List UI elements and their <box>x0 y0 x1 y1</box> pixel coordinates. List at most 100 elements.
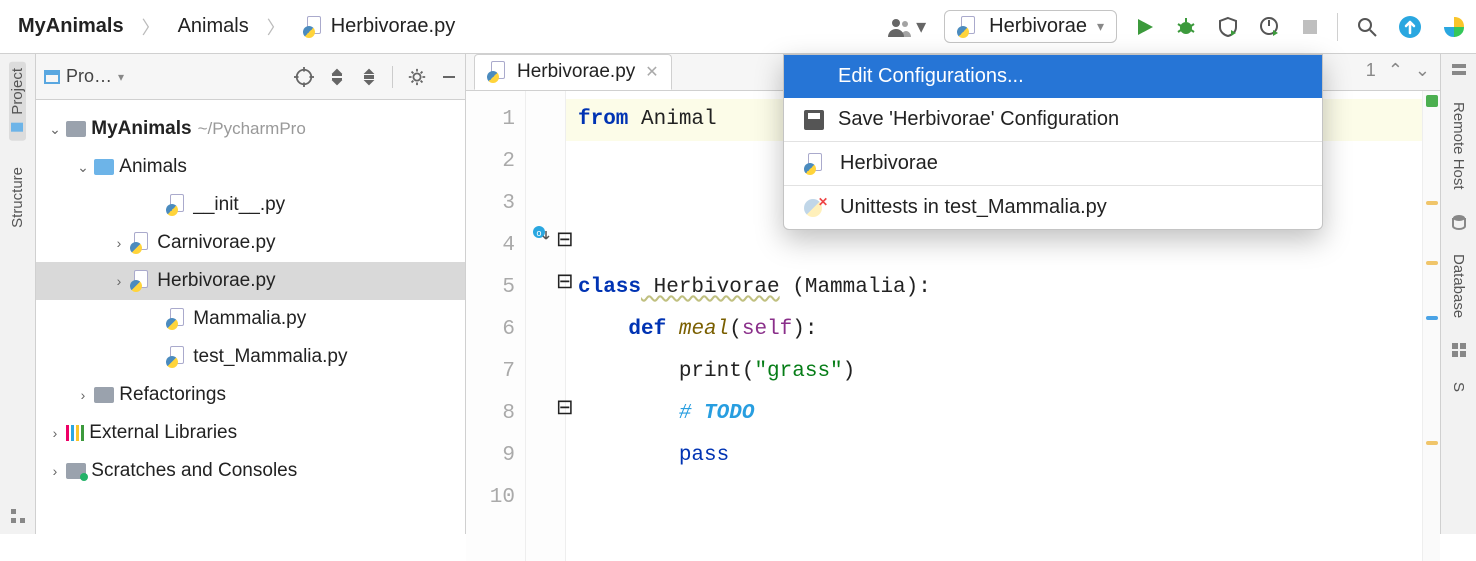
gear-icon[interactable] <box>407 67 427 87</box>
warning-marker[interactable] <box>1426 441 1438 445</box>
debug-icon[interactable] <box>1175 16 1197 38</box>
search-icon[interactable] <box>1356 16 1378 38</box>
tree-file-test-mammalia[interactable]: test_Mammalia.py <box>36 338 465 376</box>
remote-host-tool-button[interactable]: Remote Host <box>1450 96 1467 196</box>
line-number-gutter[interactable]: 1 2 3 4 5 6 7 8 9 10 <box>466 91 526 561</box>
breadcrumb-folder[interactable]: Animals <box>170 11 257 42</box>
chevron-right-icon[interactable]: › <box>44 457 66 485</box>
python-file-icon <box>487 61 509 83</box>
python-invalid-icon <box>804 197 826 219</box>
tree-root[interactable]: ⌄ MyAnimals ~/PycharmPro <box>36 110 465 148</box>
line-number[interactable]: 7 <box>466 351 515 393</box>
tree-file-carnivorae[interactable]: › Carnivorae.py <box>36 224 465 262</box>
project-view-label: Pro… <box>66 66 112 87</box>
editor-tab[interactable]: Herbivorae.py ✕ <box>474 54 672 90</box>
chevron-right-icon[interactable]: › <box>108 267 130 295</box>
popup-edit-configurations[interactable]: Edit Configurations... <box>784 55 1322 98</box>
popup-config-item[interactable]: Unittests in test_Mammalia.py <box>784 186 1322 229</box>
line-number[interactable]: 4 <box>466 225 515 267</box>
error-stripe[interactable] <box>1422 91 1440 561</box>
jetbrains-logo-icon[interactable] <box>1442 15 1466 39</box>
tree-file-herbivorae[interactable]: › Herbivorae.py <box>36 262 465 300</box>
structure-tool-button[interactable]: Structure <box>9 161 26 234</box>
override-marker-icon[interactable]: o <box>532 225 550 250</box>
close-icon[interactable]: ✕ <box>645 62 658 82</box>
tree-file-label: Carnivorae.py <box>157 224 275 262</box>
run-config-label: Herbivorae <box>989 15 1087 38</box>
tree-file-init[interactable]: __init__.py <box>36 186 465 224</box>
line-number[interactable]: 2 <box>466 141 515 183</box>
tree-root-path: ~/PycharmPro <box>198 112 306 146</box>
chevron-down-icon[interactable]: ⌄ <box>44 115 66 143</box>
run-configuration-selector[interactable]: Herbivorae ▾ <box>944 10 1117 43</box>
module-icon <box>66 121 86 137</box>
python-file-icon <box>166 194 188 216</box>
update-icon[interactable] <box>1398 15 1422 39</box>
tree-folder-label: Refactorings <box>119 376 226 414</box>
chevron-right-icon[interactable]: › <box>72 381 94 409</box>
project-tool-label: Project <box>9 68 26 115</box>
chevron-right-icon[interactable]: › <box>44 419 66 447</box>
line-number[interactable]: 6 <box>466 309 515 351</box>
tree-file-mammalia[interactable]: Mammalia.py <box>36 300 465 338</box>
popup-save-label: Save 'Herbivorae' Configuration <box>838 108 1119 131</box>
scratches-icon <box>66 463 86 479</box>
tree-folder-animals[interactable]: ⌄ Animals <box>36 148 465 186</box>
tree-file-label: Mammalia.py <box>193 300 306 338</box>
locate-icon[interactable] <box>294 67 314 87</box>
collapse-all-icon[interactable] <box>360 68 378 86</box>
chevron-right-icon[interactable]: › <box>108 229 130 257</box>
prev-occurrence-icon[interactable]: ⌃ <box>1388 60 1403 81</box>
fold-end-icon[interactable]: ⊟ <box>556 395 574 421</box>
database-tool-button[interactable]: Database <box>1450 248 1467 324</box>
run-config-popup: Edit Configurations... Save 'Herbivorae'… <box>783 54 1323 230</box>
python-icon <box>804 153 826 175</box>
line-number[interactable]: 8 <box>466 393 515 435</box>
project-view-selector[interactable]: Pro… ▾ <box>44 66 124 87</box>
line-number[interactable]: 3 <box>466 183 515 225</box>
project-tool-button[interactable]: Project <box>9 62 26 141</box>
popup-edit-label: Edit Configurations... <box>838 65 1024 88</box>
breadcrumb-project[interactable]: MyAnimals <box>10 11 132 42</box>
line-number[interactable]: 9 <box>466 435 515 477</box>
editor-tab-label: Herbivorae.py <box>517 61 635 83</box>
line-number[interactable]: 10 <box>466 477 515 519</box>
tree-external-libraries[interactable]: › External Libraries <box>36 414 465 452</box>
line-number[interactable]: 5 <box>466 267 515 309</box>
users-dropdown[interactable]: ▾ <box>888 14 926 39</box>
fold-icon[interactable]: ⊟ <box>556 269 574 295</box>
profile-icon[interactable] <box>1259 16 1281 38</box>
warning-marker[interactable] <box>1426 201 1438 205</box>
sciview-icon <box>1451 342 1467 358</box>
todo-marker[interactable] <box>1426 316 1438 320</box>
run-coverage-icon[interactable] <box>1217 16 1239 38</box>
chevron-right-icon: 〉 <box>267 14 285 40</box>
inspection-count: 1 <box>1366 60 1376 81</box>
warning-marker[interactable] <box>1426 261 1438 265</box>
python-file-icon <box>130 270 152 292</box>
tree-folder-label: Animals <box>119 148 187 186</box>
tree-folder-refactorings[interactable]: › Refactorings <box>36 376 465 414</box>
line-number[interactable]: 1 <box>466 99 515 141</box>
popup-config-item[interactable]: Herbivorae <box>784 142 1322 185</box>
fold-icon[interactable]: ⊟ <box>556 227 574 253</box>
tree-scratches[interactable]: › Scratches and Consoles <box>36 452 465 490</box>
next-occurrence-icon[interactable]: ⌄ <box>1415 60 1430 81</box>
run-icon[interactable] <box>1135 17 1155 37</box>
chevron-down-icon: ▾ <box>1097 18 1104 35</box>
project-tree: ⌄ MyAnimals ~/PycharmPro ⌄ Animals __ini… <box>36 100 465 500</box>
remote-host-icon <box>1451 62 1467 78</box>
analysis-ok-icon[interactable] <box>1426 95 1438 107</box>
project-pane: Pro… ▾ ⌄ MyAnimals ~/PycharmPro ⌄ <box>36 54 466 534</box>
popup-save-configuration[interactable]: Save 'Herbivorae' Configuration <box>784 98 1322 141</box>
breadcrumb-file[interactable]: Herbivorae.py <box>295 11 464 42</box>
sciview-tool-button[interactable]: S <box>1450 376 1467 398</box>
icon-gutter[interactable]: o ⊟ ⊟ ⊟ <box>526 91 566 561</box>
inspection-widget[interactable]: 1 ⌃ ⌄ <box>1366 60 1430 81</box>
project-pane-header: Pro… ▾ <box>36 54 465 100</box>
right-tool-strip: Remote Host Database S <box>1440 54 1476 534</box>
expand-all-icon[interactable] <box>328 68 346 86</box>
stop-icon[interactable] <box>1301 18 1319 36</box>
chevron-down-icon[interactable]: ⌄ <box>72 153 94 181</box>
hide-icon[interactable] <box>441 69 457 85</box>
